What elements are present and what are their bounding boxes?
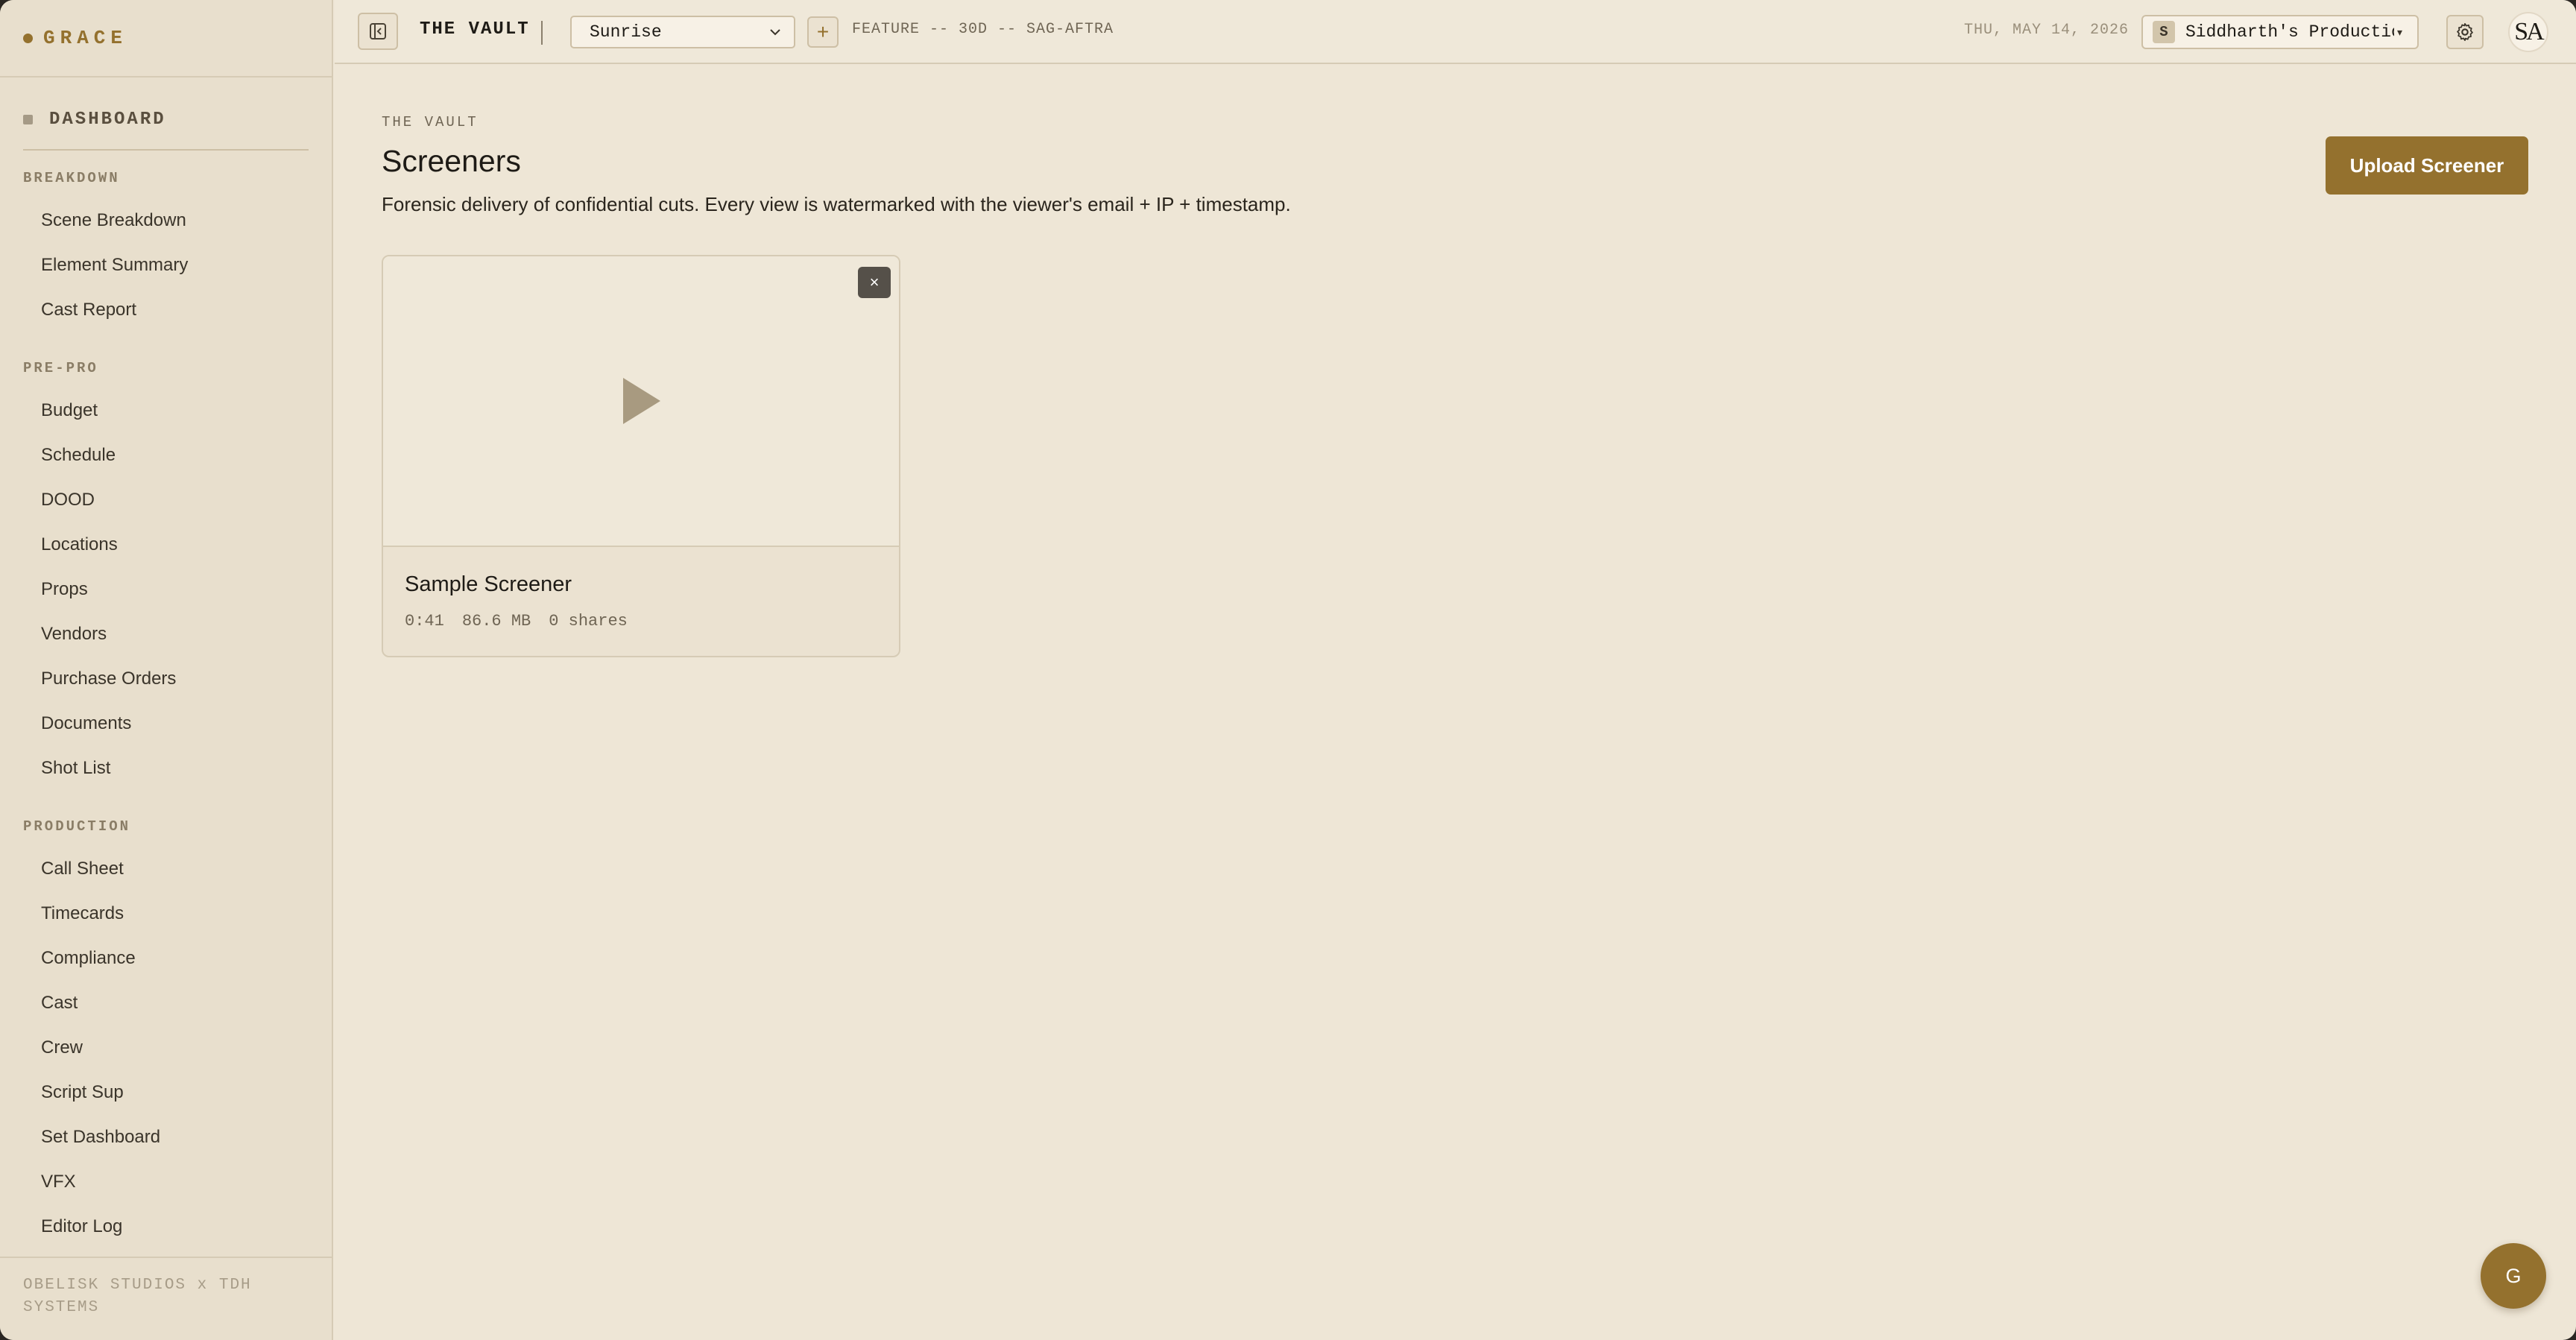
sidebar-item-timecards[interactable]: Timecards xyxy=(41,902,124,926)
project-select[interactable]: Sunrise xyxy=(570,16,795,48)
screener-card[interactable]: × Sample Screener 0:41 86.6 MB 0 shares xyxy=(382,255,900,657)
sidebar-item-shot-list[interactable]: Shot List xyxy=(41,756,110,780)
breadcrumb: THE VAULT xyxy=(382,114,479,130)
sidebar-item-scene-breakdown[interactable]: Scene Breakdown xyxy=(41,209,186,233)
collapse-sidebar-button[interactable] xyxy=(358,13,398,50)
screener-shares: 0 shares xyxy=(549,612,628,631)
sidebar-item-budget[interactable]: Budget xyxy=(41,399,98,423)
sidebar-item-call-sheet[interactable]: Call Sheet xyxy=(41,857,124,881)
upload-screener-button[interactable]: Upload Screener xyxy=(2326,136,2528,195)
sidebar-footer: OBELISK STUDIOS x TDH SYSTEMS xyxy=(23,1277,252,1316)
section-title: THE VAULT xyxy=(420,19,530,39)
dashboard-icon xyxy=(23,114,33,124)
sidebar-item-purchase-orders[interactable]: Purchase Orders xyxy=(41,667,176,691)
caret-down-icon: ▾ xyxy=(2397,25,2403,38)
project-select-value: Sunrise xyxy=(590,22,662,42)
sidebar-item-dood[interactable]: DOOD xyxy=(41,488,95,512)
divider xyxy=(541,21,543,45)
app-window: GRACE DASHBOARD BREAKDOWN Scene Breakdow… xyxy=(0,0,2576,1340)
divider xyxy=(0,1257,333,1258)
section-label-production: PRODUCTION xyxy=(23,818,131,835)
sidebar-item-documents[interactable]: Documents xyxy=(41,712,131,736)
delete-screener-button[interactable]: × xyxy=(858,267,891,298)
sidebar-item-cast-report[interactable]: Cast Report xyxy=(41,298,136,322)
brand-logo[interactable]: GRACE xyxy=(23,25,127,51)
section-label-breakdown: BREAKDOWN xyxy=(23,170,120,186)
sidebar-item-compliance[interactable]: Compliance xyxy=(41,946,136,970)
sidebar: GRACE DASHBOARD BREAKDOWN Scene Breakdow… xyxy=(0,0,333,1340)
chevron-down-icon xyxy=(770,29,780,36)
org-name: Siddharth's Production xyxy=(2185,22,2394,42)
sidebar-item-dashboard[interactable]: DASHBOARD xyxy=(23,107,166,131)
play-icon[interactable] xyxy=(623,378,660,424)
sidebar-item-set-dashboard[interactable]: Set Dashboard xyxy=(41,1125,160,1149)
divider xyxy=(0,76,333,78)
add-project-button[interactable]: + xyxy=(807,16,839,48)
page-title: Screeners xyxy=(382,144,521,178)
screener-title: Sample Screener xyxy=(405,572,572,596)
screener-meta: 0:41 86.6 MB 0 shares xyxy=(405,612,628,631)
sidebar-item-crew[interactable]: Crew xyxy=(41,1036,83,1060)
section-label-pre-pro: PRE-PRO xyxy=(23,360,98,376)
sidebar-item-locations[interactable]: Locations xyxy=(41,533,118,557)
org-badge: S xyxy=(2153,21,2175,43)
sidebar-item-schedule[interactable]: Schedule xyxy=(41,443,116,467)
screener-duration: 0:41 xyxy=(405,612,444,631)
current-date: THU, MAY 14, 2026 xyxy=(1964,22,2130,39)
sidebar-item-script-sup[interactable]: Script Sup xyxy=(41,1081,124,1104)
settings-button[interactable] xyxy=(2446,15,2484,49)
brand-dot-icon xyxy=(23,33,33,43)
sidebar-item-element-summary[interactable]: Element Summary xyxy=(41,253,188,277)
screener-size: 86.6 MB xyxy=(461,612,531,631)
sidebar-collapse-icon xyxy=(370,23,386,39)
org-switcher[interactable]: S Siddharth's Production ▾ xyxy=(2141,15,2419,49)
sidebar-item-cast[interactable]: Cast xyxy=(41,991,78,1015)
sidebar-item-vendors[interactable]: Vendors xyxy=(41,622,107,646)
sidebar-item-vfx[interactable]: VFX xyxy=(41,1170,76,1194)
top-bar: THE VAULT Sunrise + FEATURE -- 30D -- SA… xyxy=(335,0,2576,64)
assistant-fab-button[interactable]: G xyxy=(2481,1243,2546,1309)
gear-icon xyxy=(2457,23,2473,41)
page-description: Forensic delivery of confidential cuts. … xyxy=(382,193,1291,215)
screener-thumbnail[interactable]: × xyxy=(383,256,899,547)
project-meta: FEATURE -- 30D -- SAG-AFTRA xyxy=(852,21,1114,38)
brand-name: GRACE xyxy=(43,27,128,49)
user-avatar[interactable]: SA xyxy=(2508,12,2548,52)
divider xyxy=(23,149,309,151)
sidebar-item-label: DASHBOARD xyxy=(49,109,166,130)
sidebar-item-props[interactable]: Props xyxy=(41,578,88,601)
sidebar-item-editor-log[interactable]: Editor Log xyxy=(41,1215,122,1239)
